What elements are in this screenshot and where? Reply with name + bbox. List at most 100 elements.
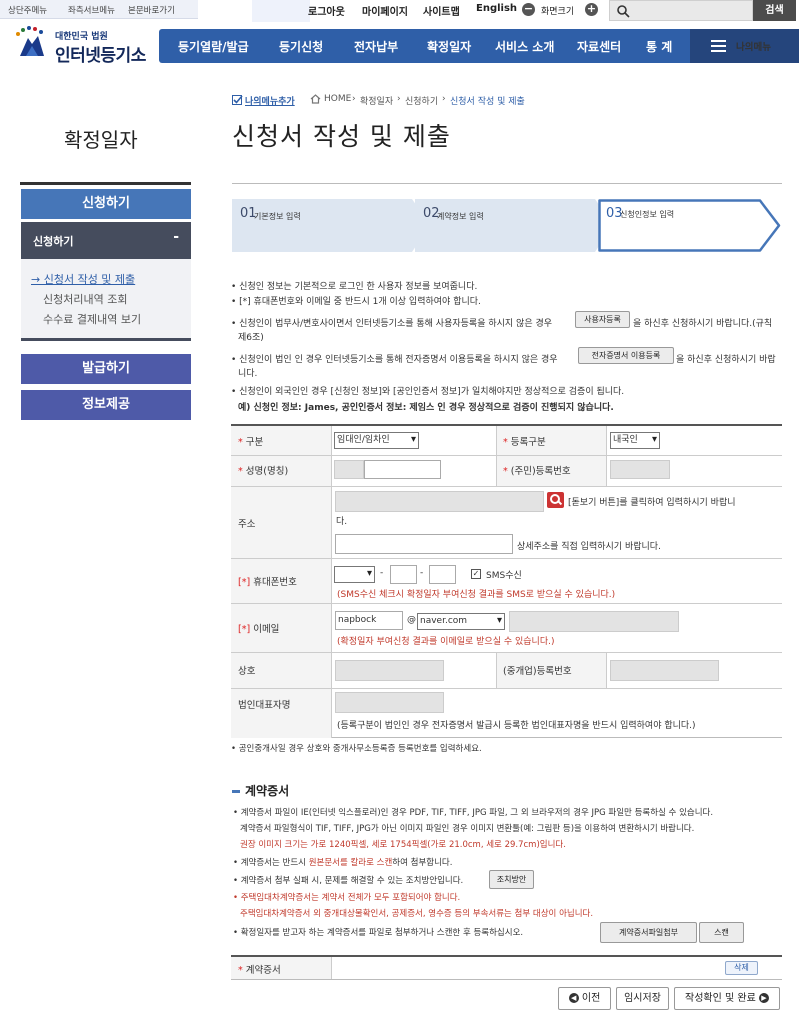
- e-cert-register-button[interactable]: 전자증명서 이용등록: [578, 347, 674, 364]
- mypage-link[interactable]: 마이페이지: [362, 3, 408, 18]
- my-menu-label: 나의메뉴: [736, 42, 771, 53]
- logout-link[interactable]: 로그아웃: [308, 3, 345, 18]
- breadcrumb-fixed-date[interactable]: 확정일자: [360, 94, 393, 107]
- address-hint: [돋보기 버튼]를 클릭하여 입력하시기 바랍니: [568, 498, 736, 508]
- email-domain-input[interactable]: [509, 611, 679, 632]
- sms-label: SMS수신: [486, 571, 522, 581]
- skip-link-content[interactable]: 본문바로가기: [128, 4, 175, 16]
- address-input[interactable]: [335, 491, 544, 512]
- gnb-item-statistics[interactable]: 통 계: [646, 38, 672, 55]
- skip-link-left-menu[interactable]: 좌측서브메뉴: [68, 4, 115, 16]
- company-input[interactable]: [335, 660, 444, 681]
- breadcrumb-home[interactable]: HOME: [324, 94, 351, 104]
- search-button[interactable]: 검색: [753, 0, 796, 21]
- email-at: @: [407, 615, 416, 625]
- col-divider: [331, 957, 332, 979]
- banner-placeholder: [252, 0, 310, 22]
- delete-button[interactable]: 삭제: [725, 961, 758, 975]
- scan-button[interactable]: 스캔: [699, 922, 744, 943]
- english-link[interactable]: English: [476, 3, 517, 14]
- gnb-item-service-intro[interactable]: 서비스 소개: [495, 38, 554, 55]
- temp-save-button[interactable]: 임시저장: [616, 987, 669, 1010]
- lnb-sub-header-label: 신청하기: [33, 235, 74, 248]
- breadcrumb-apply[interactable]: 신청하기: [405, 94, 438, 107]
- lnb-title: 확정일자: [64, 128, 138, 152]
- name-label: * 성명(명칭): [238, 466, 289, 477]
- user-register-button[interactable]: 사용자등록: [575, 311, 630, 328]
- notice-4: • 신청인이 법인 인 경우 인터넷등기소를 통해 전자증명서 이용등록을 하시…: [231, 355, 558, 365]
- name-prefix-field: [334, 460, 364, 479]
- step-2: 02 계약정보 입력: [415, 199, 615, 252]
- lnb-apply-button[interactable]: 신청하기: [21, 189, 191, 219]
- step-3-current: 03 신청인정보 입력: [598, 199, 782, 252]
- arrow-left-icon: ◀: [568, 993, 579, 1003]
- prev-button[interactable]: ◀ 이전: [558, 987, 611, 1010]
- contract-section-title: 계약증서: [232, 782, 289, 799]
- my-menu-button[interactable]: 나의메뉴: [690, 29, 799, 63]
- breadcrumb-sep: ›: [397, 94, 401, 104]
- notice-5: • 신청인이 외국인인 경우 [신청인 정보]와 [공인인증서 정보]가 일치해…: [231, 387, 625, 397]
- sms-hint: (SMS수신 체크시 확정일자 부여신청 결과를 SMS로 받으실 수 있습니다…: [337, 590, 616, 600]
- search-input[interactable]: [609, 0, 753, 21]
- name-input[interactable]: [364, 460, 441, 479]
- lnb-sub-list: → 신청서 작성 및 제출 신청처리내역 조회 수수료 결제내역 보기: [21, 259, 191, 341]
- sitemap-link[interactable]: 사이트맵: [423, 3, 460, 18]
- contract-note-4: • 계약증서는 반드시 원본문서를 칼라로 스캔하여 첨부합니다.: [233, 858, 453, 868]
- lnb-item-fee-history[interactable]: 수수료 결제내역 보기: [43, 311, 141, 327]
- email-domain-select[interactable]: naver.com: [417, 613, 505, 630]
- address-detail-hint: 상세주소를 직접 입력하시기 바랍니다.: [517, 542, 661, 552]
- lnb-info-button[interactable]: 정보제공: [21, 390, 191, 420]
- id-number-label: * (주민)등록번호: [503, 466, 571, 477]
- col-divider: [606, 652, 607, 688]
- gnb-item-registry-view[interactable]: 등기열람/발급: [178, 38, 249, 55]
- gnb-item-data-center[interactable]: 자료센터: [577, 38, 621, 55]
- skip-link-top-menu[interactable]: 상단주메뉴: [8, 4, 47, 16]
- phone-dash: -: [380, 568, 384, 578]
- phone-prefix-select[interactable]: [334, 566, 375, 583]
- col-divider: [496, 426, 497, 486]
- zoom-out-icon[interactable]: −: [522, 3, 535, 16]
- add-my-menu-link[interactable]: 나의메뉴추가: [245, 94, 295, 107]
- zoom-in-icon[interactable]: +: [585, 3, 598, 16]
- phone-last-input[interactable]: [429, 565, 456, 584]
- main-navigation: 등기열람/발급 등기신청 전자납부 확정일자 서비스 소개 자료센터 통 계: [159, 29, 690, 63]
- phone-middle-input[interactable]: [390, 565, 417, 584]
- notice-3b: 을 하신후 신청하시기 바랍니다.(규칙: [633, 319, 773, 329]
- step-2-name: 계약정보 입력: [437, 212, 484, 221]
- zoom-label: 화면크기: [541, 7, 575, 17]
- confirm-complete-button[interactable]: 작성확인 및 완료 ▶: [674, 987, 780, 1010]
- gnb-item-registry-apply[interactable]: 등기신청: [279, 38, 323, 55]
- court-logo-icon: [16, 26, 44, 56]
- collapse-icon[interactable]: -: [173, 229, 179, 245]
- lnb-item-write-submit[interactable]: → 신청서 작성 및 제출: [31, 271, 135, 287]
- representative-label: 법인대표자명: [238, 700, 291, 711]
- breadcrumb-sep: ›: [352, 94, 356, 104]
- email-id-input[interactable]: napbock: [335, 611, 403, 630]
- email-label: [*] 이메일: [238, 624, 280, 635]
- broker-number-input[interactable]: [610, 660, 719, 681]
- company-label: 상호: [238, 666, 256, 677]
- contract-note-6: • 주택임대차계약증서는 계약서 전체가 모두 포함되어야 합니다.: [233, 893, 461, 903]
- representative-input[interactable]: [335, 692, 444, 713]
- gnb-item-fixed-date[interactable]: 확정일자: [427, 38, 471, 55]
- lnb-sub-header[interactable]: 신청하기 -: [21, 222, 191, 259]
- lnb-issue-button[interactable]: 발급하기: [21, 354, 191, 384]
- gubun-label: * 구분: [238, 437, 264, 448]
- phone-dash: -: [420, 568, 424, 578]
- reg-type-select[interactable]: 내국인: [610, 432, 660, 449]
- notice-4c: 니다.: [238, 369, 258, 379]
- check-icon: [232, 95, 243, 105]
- address-search-icon[interactable]: [547, 492, 564, 508]
- lnb-item-history[interactable]: 신청처리내역 조회: [43, 291, 127, 307]
- email-hint: (확정일자 부여신청 결과를 이메일로 받으실 수 있습니다.): [337, 637, 555, 647]
- sms-checkbox[interactable]: ✓: [471, 569, 481, 579]
- reg-type-label: * 등록구분: [503, 437, 546, 448]
- notice-3c: 제6조): [238, 333, 264, 343]
- fix-guide-button[interactable]: 조치방안: [489, 870, 534, 889]
- address-detail-input[interactable]: [335, 534, 513, 554]
- attach-contract-button[interactable]: 계약증서파일첨부: [600, 922, 697, 943]
- logo-title: 인터넷등기소: [55, 46, 146, 66]
- gubun-select[interactable]: 임대인/임차인: [334, 432, 419, 449]
- gnb-item-e-payment[interactable]: 전자납부: [354, 38, 398, 55]
- broker-number-label: (중개업)등록번호: [503, 666, 572, 677]
